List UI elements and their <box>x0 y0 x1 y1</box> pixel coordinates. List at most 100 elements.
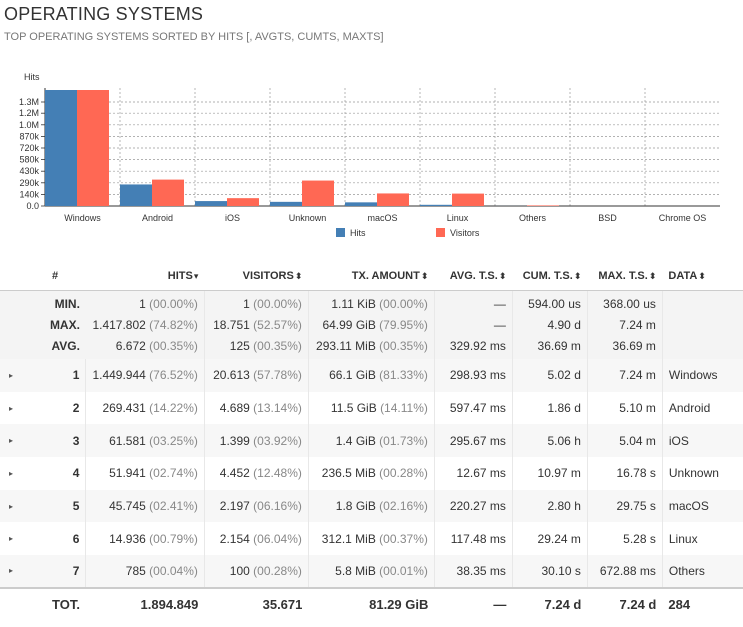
expand-row-icon[interactable]: ▸ <box>0 424 22 457</box>
x-tick-label: macOS <box>367 213 397 223</box>
sort-icon: ⬍ <box>420 270 429 281</box>
summary-avgts: — <box>434 290 513 313</box>
summary-visitors: 1 (00.00%) <box>204 290 309 313</box>
row-visitors: 4.452 (12.48%) <box>204 457 309 490</box>
row-hits: 51.941 (02.74%) <box>85 457 205 490</box>
summary-tx: 1.11 KiB (00.00%) <box>308 290 435 313</box>
row-visitors: 20.613 (57.78%) <box>204 359 309 392</box>
table-row[interactable]: ▸ 7 785 (00.04%) 100 (00.28%) 5.8 MiB (00.01… <box>0 555 743 588</box>
total-cumts: 7.24 d <box>544 596 582 612</box>
os-table: # HITS▾ VISITORS⬍ TX. AMOUNT⬍ AVG. T.S.⬍… <box>0 262 743 620</box>
expand-row-icon[interactable]: ▸ <box>0 490 22 523</box>
x-tick-label: BSD <box>598 213 617 223</box>
summary-cumts: 594.00 us <box>512 290 588 313</box>
bar-visitors <box>377 193 409 206</box>
row-data: Others <box>668 563 705 578</box>
row-number: 6 <box>22 522 87 556</box>
row-max-ts: 672.88 ms <box>587 555 663 588</box>
row-data: Linux <box>668 531 698 546</box>
row-number: 3 <box>22 424 87 458</box>
visitors-header[interactable]: VISITORS⬍ <box>204 262 309 291</box>
summary-maxts: 36.69 m <box>587 336 663 359</box>
row-hits: 61.581 (03.25%) <box>85 424 205 458</box>
row-data: macOS <box>668 499 709 514</box>
summary-row-min: MIN. 1 (00.00%) 1 (00.00%) 1.11 KiB (00.… <box>0 290 743 313</box>
summary-cumts: 4.90 d <box>512 313 588 336</box>
summary-maxts: 7.24 m <box>587 313 663 336</box>
row-tx-amount: 11.5 GiB (14.11%) <box>308 391 435 425</box>
max-ts-header[interactable]: MAX. T.S.⬍ <box>587 262 663 291</box>
row-hits: 14.936 (00.79%) <box>85 522 205 556</box>
table-row[interactable]: ▸ 5 45.745 (02.41%) 2.197 (06.16%) 1.8 GiB (… <box>0 489 743 523</box>
avg-ts-header[interactable]: AVG. T.S.⬍ <box>434 262 513 291</box>
row-tx-amount: 1.8 GiB (02.16%) <box>308 489 435 523</box>
expand-row-icon[interactable]: ▸ <box>0 359 22 392</box>
summary-spacer <box>0 336 22 359</box>
bar-visitors <box>452 193 484 206</box>
summary-spacer <box>0 313 22 336</box>
sort-icon: ⬍ <box>498 270 507 281</box>
row-data: Android <box>668 401 711 416</box>
row-max-ts: 29.75 s <box>587 489 663 523</box>
bar-visitors <box>77 90 109 206</box>
total-hits: 1.894.849 <box>140 596 199 612</box>
os-bar-chart: Hits 1.3M1.2M 1.0M870k 720k 580k430k 290k140k… <box>19 72 720 238</box>
bar-visitors <box>302 180 334 206</box>
table-row[interactable]: ▸ 6 14.936 (00.79%) 2.154 (06.04%) 312.1 MiB… <box>0 522 743 556</box>
table-row[interactable]: ▸ 3 61.581 (03.25%) 1.399 (03.92%) 1.4 GiB (… <box>0 424 743 458</box>
y-tick-label: 430k <box>19 166 39 176</box>
summary-cumts: 36.69 m <box>512 336 588 359</box>
row-avg-ts: 295.67 ms <box>434 424 513 458</box>
bar-visitors <box>527 205 559 206</box>
summary-spacer <box>0 290 22 313</box>
expand-row-icon[interactable]: ▸ <box>0 555 22 588</box>
cum-ts-header[interactable]: CUM. T.S.⬍ <box>512 262 588 291</box>
x-tick-label: Others <box>519 213 547 223</box>
total-row: TOT. 1.894.849 35.671 81.29 GiB — 7.24 d… <box>0 587 743 620</box>
y-tick-label: 720k <box>19 143 39 153</box>
table-row[interactable]: ▸ 2 269.431 (14.22%) 4.689 (13.14%) 11.5 GiB… <box>0 391 743 425</box>
summary-tx: 64.99 GiB (79.95%) <box>308 313 435 336</box>
bar-visitors <box>152 179 184 206</box>
bar-hits <box>420 204 452 206</box>
row-avg-ts: 220.27 ms <box>434 489 513 523</box>
table-row[interactable]: ▸ 4 51.941 (02.74%) 4.452 (12.48%) 236.5 MiB… <box>0 457 743 490</box>
expand-row-icon[interactable]: ▸ <box>0 457 22 490</box>
x-tick-label: Unknown <box>289 213 327 223</box>
hits-header[interactable]: HITS▾ <box>85 262 205 291</box>
summary-hits: 6.672 (00.35%) <box>85 336 205 359</box>
y-tick-label: 1.2M <box>19 108 39 118</box>
row-hits: 45.745 (02.41%) <box>85 489 205 523</box>
summary-hits: 1.417.802 (74.82%) <box>85 313 205 336</box>
data-rows: ▸ 1 1.449.944 (76.52%) 20.613 (57.78%) 66.1 … <box>0 359 743 588</box>
y-tick-label: 290k <box>19 178 39 188</box>
total-label: TOT. <box>52 596 80 612</box>
row-hits: 785 (00.04%) <box>85 555 205 588</box>
total-avgts: — <box>493 596 507 612</box>
total-tx: 81.29 GiB <box>369 596 429 612</box>
row-visitors: 1.399 (03.92%) <box>204 424 309 458</box>
row-max-ts: 5.10 m <box>587 391 663 425</box>
sort-icon: ⬍ <box>698 270 706 281</box>
row-cum-ts: 2.80 h <box>512 489 588 523</box>
expand-row-icon[interactable]: ▸ <box>0 522 22 555</box>
row-max-ts: 7.24 m <box>587 359 663 392</box>
expand-row-icon[interactable]: ▸ <box>0 392 22 425</box>
y-tick-label: 870k <box>19 131 39 141</box>
sort-icon: ⬍ <box>648 270 657 281</box>
row-data: Unknown <box>668 466 719 481</box>
tx-amount-header[interactable]: TX. AMOUNT⬍ <box>308 262 435 291</box>
num-header: # <box>22 262 86 291</box>
row-data: iOS <box>668 433 689 448</box>
row-tx-amount: 5.8 MiB (00.01%) <box>308 555 435 588</box>
summary-label: MIN. <box>54 296 80 311</box>
row-avg-ts: 117.48 ms <box>434 522 513 556</box>
table-row[interactable]: ▸ 1 1.449.944 (76.52%) 20.613 (57.78%) 66.1 … <box>0 359 743 392</box>
sort-icon: ⬍ <box>294 270 303 281</box>
data-header[interactable]: DATA⬍ <box>662 262 743 291</box>
summary-data <box>662 290 743 313</box>
summary-label: MAX. <box>49 317 80 332</box>
legend-swatch-hits <box>336 228 345 237</box>
bar-hits <box>270 201 302 206</box>
row-cum-ts: 5.02 d <box>512 359 588 392</box>
